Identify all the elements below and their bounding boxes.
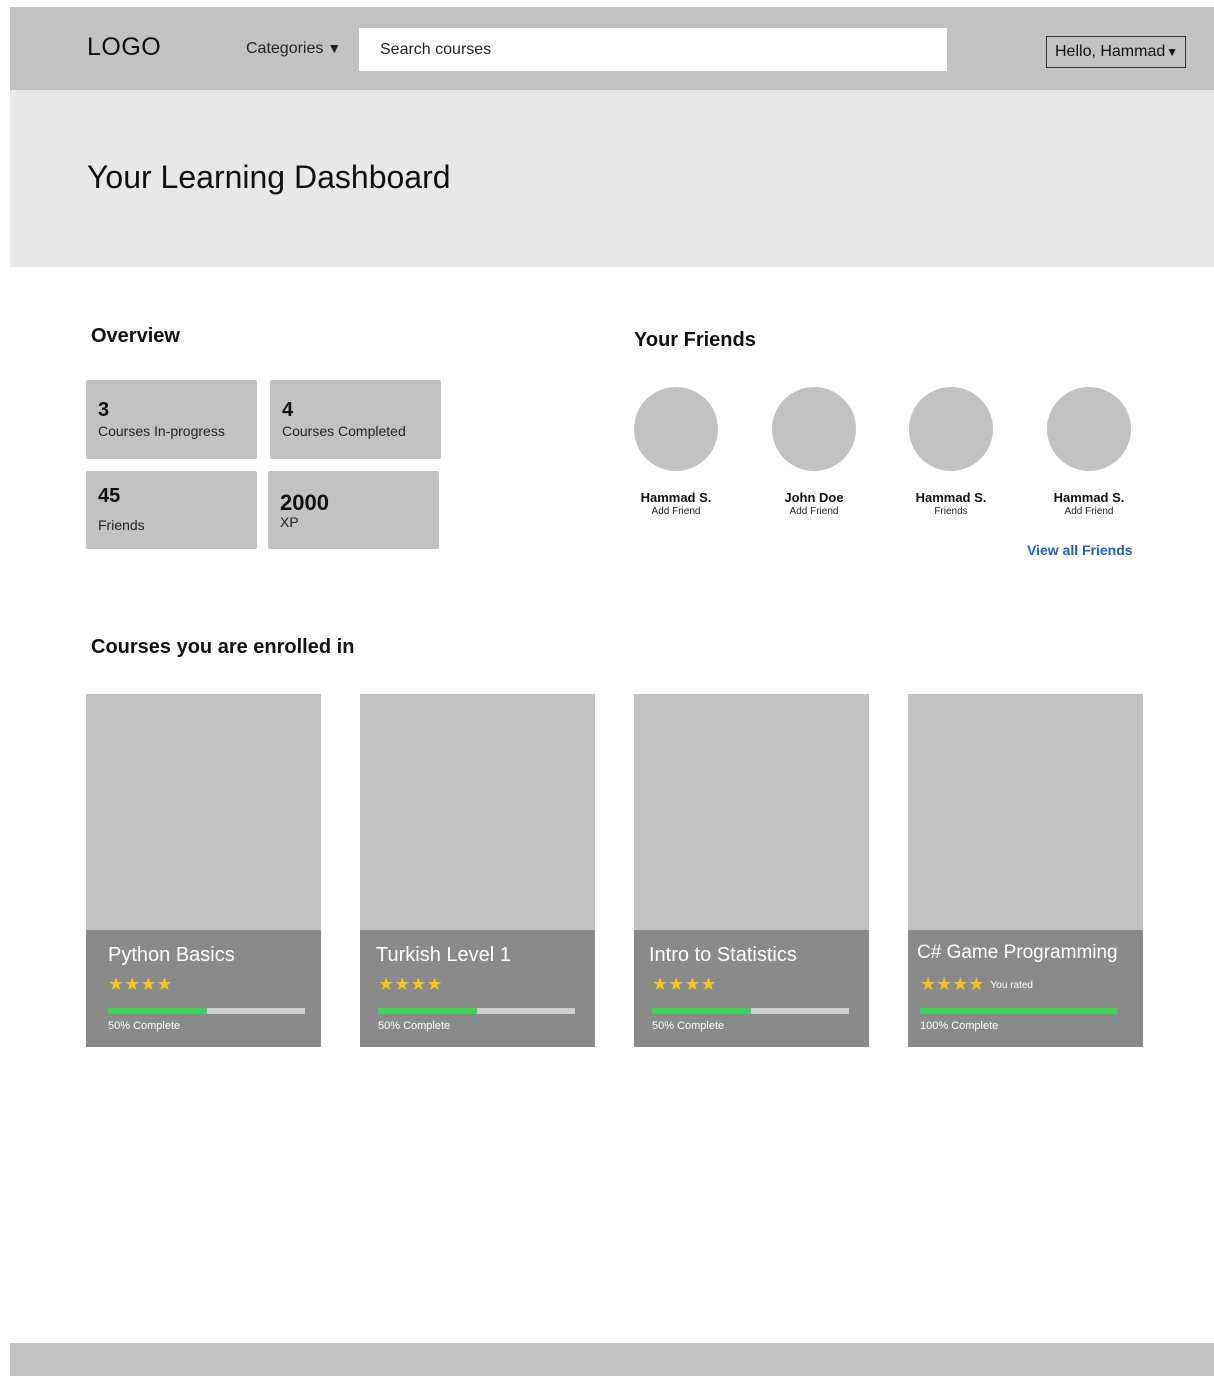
- hero-banner: Your Learning Dashboard: [10, 90, 1214, 267]
- avatar[interactable]: [1047, 387, 1131, 471]
- stat-value: 45: [98, 485, 121, 507]
- course-card-python-basics[interactable]: Python Basics ★★★★ 50% Complete: [86, 694, 321, 1047]
- course-title: Python Basics: [108, 944, 235, 966]
- categories-menu[interactable]: Categories ▼: [246, 40, 341, 58]
- page: LOGO Categories▼ Hello, Hammad ▼ Your Le…: [10, 7, 1214, 1376]
- stat-card-friends: 45 Friends: [86, 471, 257, 549]
- friend-name: John Doe: [784, 490, 844, 505]
- top-nav-bar: LOGO Categories▼ Hello, Hammad ▼: [10, 7, 1214, 90]
- friend-name: Hammad S.: [640, 490, 712, 505]
- rating-stars: ★★★★: [652, 974, 717, 994]
- friend-name: Hammad S.: [915, 490, 987, 505]
- chevron-down-icon: ▼: [1166, 45, 1178, 59]
- avatar[interactable]: [772, 387, 856, 471]
- progress-bar: [108, 1008, 305, 1014]
- avatar[interactable]: [634, 387, 718, 471]
- search-input[interactable]: [359, 28, 947, 71]
- progress-label: 100% Complete: [920, 1020, 999, 1032]
- course-card-csharp-game-programming[interactable]: C# Game Programming ★★★★ You rated 100% C…: [908, 694, 1143, 1047]
- user-menu-button[interactable]: Hello, Hammad ▼: [1046, 36, 1186, 68]
- stat-label: Courses In-progress: [98, 423, 225, 439]
- progress-label: 50% Complete: [378, 1020, 451, 1032]
- friend-card[interactable]: John Doe Add Friend: [759, 387, 869, 517]
- rating-stars: ★★★★ You rated: [920, 974, 1033, 994]
- courses-title: Courses you are enrolled in: [91, 636, 355, 658]
- stat-value: 3: [98, 399, 110, 421]
- stat-card-courses-in-progress: 3 Courses In-progress: [86, 380, 257, 459]
- stat-value: 4: [282, 399, 294, 421]
- course-card-intro-to-statistics[interactable]: Intro to Statistics ★★★★ 50% Complete: [634, 694, 869, 1047]
- view-all-friends-link[interactable]: View all Friends: [1027, 542, 1133, 558]
- stat-label: XP: [280, 514, 299, 530]
- stat-card-xp: 2000 XP: [268, 471, 439, 549]
- add-friend-link[interactable]: Add Friend: [759, 506, 869, 517]
- user-greeting: Hello, Hammad: [1055, 43, 1166, 60]
- stat-label: Friends: [98, 517, 145, 533]
- footer: [10, 1343, 1214, 1376]
- progress-bar: [920, 1008, 1117, 1014]
- course-title: Turkish Level 1: [376, 944, 511, 966]
- friend-card[interactable]: Hammad S. Add Friend: [1034, 387, 1144, 517]
- course-title: Intro to Statistics: [649, 944, 797, 966]
- progress-bar: [652, 1008, 849, 1014]
- stat-card-courses-completed: 4 Courses Completed: [270, 380, 441, 459]
- overview-title: Overview: [91, 325, 180, 347]
- progress-label: 50% Complete: [652, 1020, 725, 1032]
- friends-title: Your Friends: [634, 329, 756, 351]
- logo[interactable]: LOGO: [87, 33, 161, 62]
- course-info: Intro to Statistics ★★★★ 50% Complete: [634, 930, 869, 1047]
- categories-label: Categories: [246, 40, 324, 57]
- friend-status: Friends: [934, 506, 968, 517]
- friend-card[interactable]: Hammad S. Friends: [896, 387, 1006, 517]
- rating-stars: ★★★★: [108, 974, 173, 994]
- avatar[interactable]: [909, 387, 993, 471]
- course-info: Turkish Level 1 ★★★★ 50% Complete: [360, 930, 595, 1047]
- friend-name: Hammad S.: [1053, 490, 1125, 505]
- stat-label: Courses Completed: [282, 423, 406, 439]
- chevron-down-icon: ▼: [327, 40, 342, 56]
- course-info: Python Basics ★★★★ 50% Complete: [86, 930, 321, 1047]
- course-card-turkish-level-1[interactable]: Turkish Level 1 ★★★★ 50% Complete: [360, 694, 595, 1047]
- progress-label: 50% Complete: [108, 1020, 181, 1032]
- stat-value: 2000: [280, 490, 329, 515]
- course-title: C# Game Programming: [917, 942, 1118, 963]
- add-friend-link[interactable]: Add Friend: [1034, 506, 1144, 517]
- page-title: Your Learning Dashboard: [87, 159, 451, 195]
- add-friend-link[interactable]: Add Friend: [621, 506, 731, 517]
- progress-bar: [378, 1008, 575, 1014]
- rating-stars: ★★★★: [378, 974, 443, 994]
- course-info: C# Game Programming ★★★★ You rated 100% C…: [908, 930, 1143, 1047]
- friend-card[interactable]: Hammad S. Add Friend: [621, 387, 731, 517]
- you-rated-label: You rated: [990, 979, 1033, 991]
